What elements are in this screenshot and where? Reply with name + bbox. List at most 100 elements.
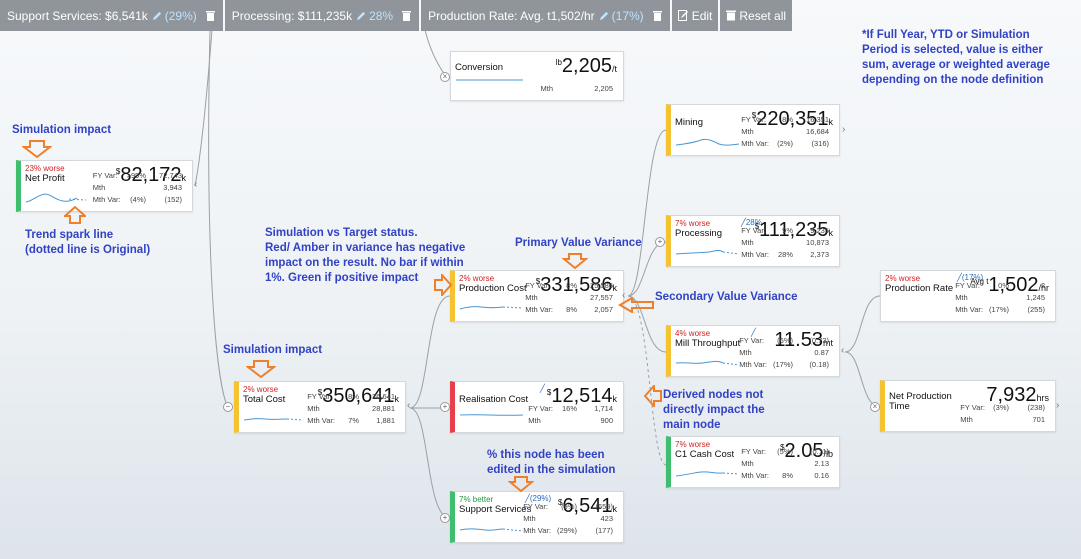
stats-row: FY Var: 8% 16,351 [739, 115, 831, 125]
left-arrow-icon [644, 385, 662, 407]
edit-button[interactable]: Edit [671, 0, 719, 31]
stats-percent: (6%) [777, 336, 793, 345]
stats-row: FY Var: (5%) (0.11) [739, 447, 831, 457]
node-name: Mining [675, 117, 703, 128]
node-net-production-time[interactable]: Net Production Time 7,932hrs FY Var: (3%)… [880, 380, 1056, 432]
stats-table: Mth 2,205 [536, 82, 617, 96]
node-production-rate[interactable]: 2% worse Production Rate ╱(17%) Avg t1,5… [880, 270, 1056, 322]
stats-label: Mth Var: [741, 139, 769, 148]
expand-chevron-icon[interactable]: › [842, 124, 845, 135]
stats-row: Mth Var: 8% 0.16 [739, 471, 831, 481]
stats-percent: 8% [566, 305, 577, 314]
expand-toggle-icon[interactable]: + [655, 237, 665, 247]
stats-percent: (3%) [993, 403, 1009, 412]
stats-row: Mth Var: (17%) (255) [953, 305, 1047, 315]
stats-value: 2.13 [814, 459, 829, 468]
stats-value: 423 [600, 514, 613, 523]
expand-toggle-icon[interactable]: + [440, 513, 450, 523]
stats-label: Mth [739, 348, 752, 357]
left-arrow-icon [618, 297, 654, 313]
stats-label: Mth [307, 404, 320, 413]
stats-value: 26,641 [372, 392, 395, 401]
stats-label: Mth Var: [741, 471, 769, 480]
simulation-toolbar: Support Services: $6,541k (29%) Processi… [0, 0, 794, 31]
collapse-chevron-icon[interactable]: ‹ [194, 179, 197, 190]
stats-label: Mth [540, 84, 553, 93]
stats-row: FY Var: (9%) (659) [521, 502, 615, 512]
stats-label: FY Var: [739, 336, 764, 345]
stats-value: 1,714 [594, 404, 613, 413]
expand-toggle-icon[interactable]: + [440, 402, 450, 412]
production-rate-chip-pct: (17%) [611, 8, 644, 23]
edit-icon [677, 10, 688, 21]
stats-row: Mth 3,943 [91, 183, 184, 193]
stats-row: Mth 1,245 [953, 293, 1047, 303]
node-total-cost[interactable]: 2% worse Total Cost $350,641k FY Var: 8% 2… [234, 381, 406, 433]
stats-percent: 0% [998, 281, 1009, 290]
stats-value: 701 [1032, 415, 1045, 424]
stats-percent [557, 293, 579, 303]
down-arrow-icon [22, 140, 52, 158]
trash-icon[interactable] [652, 10, 663, 22]
node-support-services[interactable]: 7% better Support Services ╱(29%) $6,541… [450, 491, 624, 543]
stats-label: Mth Var: [307, 416, 335, 425]
stats-row: Mth Var: 28% 2,373 [739, 250, 831, 260]
trash-icon[interactable] [401, 10, 412, 22]
support-services-chip-label: Support Services: $6,541k [7, 8, 148, 23]
node-name: Conversion [455, 62, 504, 73]
stats-label: Mth [92, 183, 106, 192]
expand-toggle-icon[interactable]: × [870, 402, 880, 412]
stats-percent: 16% [561, 404, 577, 413]
stats-value: 0.87 [814, 348, 829, 357]
stats-value: (152) [164, 195, 182, 204]
stats-row: Mth Var: (17%) (0.18) [737, 360, 831, 370]
stats-label: Mth Var: [741, 250, 769, 259]
stats-value: 28,881 [372, 404, 395, 413]
reset-all-button[interactable]: Reset all [720, 0, 793, 31]
stats-percent [773, 238, 795, 248]
node-mining[interactable]: Mining $220,351k FY Var: 8% 16,351 Mth 16,68… [666, 104, 840, 156]
processing-chip[interactable]: Processing: $111,235k 28% [224, 0, 420, 31]
collapse-toggle-icon[interactable]: − [223, 402, 233, 412]
pencil-icon [356, 11, 366, 21]
stats-row: FY Var: (3%) (238) [958, 403, 1047, 413]
pencil-icon[interactable]: ╱ [540, 384, 545, 393]
production-rate-chip[interactable]: Production Rate: Avg. t1,502/hr (17%) [421, 0, 670, 31]
stats-value: 1,245 [1026, 293, 1045, 302]
annotation-pct-edited: % this node has been edited in the simul… [487, 449, 616, 476]
stats-row: Mth Var: (2%) (316) [739, 139, 831, 149]
stats-value: (0.73) [809, 336, 829, 345]
stats-value: 25,586 [590, 281, 613, 290]
stats-percent: (17%) [988, 305, 1009, 314]
node-production-cost[interactable]: 2% worse Production Cost $331,586k FY Va… [450, 270, 624, 322]
expand-toggle-icon[interactable]: × [440, 72, 450, 82]
collapse-chevron-icon[interactable]: ‹ [407, 400, 410, 411]
collapse-chevron-icon[interactable]: ‹ [841, 345, 844, 356]
node-name: Processing [675, 228, 722, 239]
node-realisation-cost[interactable]: Realisation Cost $12,514k ╱ FY Var: 16% 1,… [450, 381, 624, 433]
annotation-primary-variance: Primary Value Variance [515, 237, 642, 249]
stats-table: FY Var: >99% 72,743 Mth 3,943 Mth Var: (4%) (15… [89, 169, 186, 207]
stats-label: Mth [741, 127, 754, 136]
node-name: Production Cost [459, 283, 527, 294]
stats-row: FY Var: 9% 9,235 [739, 226, 831, 236]
trash-icon[interactable] [205, 10, 216, 22]
status-label: 23% worse [25, 164, 65, 173]
stats-value: (0.11) [809, 447, 829, 456]
node-mill-throughput[interactable]: 4% worse Mill Throughput ╱ 11.53mt FY Va… [666, 325, 840, 377]
node-net-profit[interactable]: 23% worse Net Profit $82,172k FY Var: >99… [16, 160, 193, 212]
node-processing[interactable]: 7% worse Processing ╱28% $111,235k FY Va… [666, 215, 840, 267]
stats-label: Mth [523, 514, 536, 523]
expand-chevron-icon[interactable]: › [1056, 400, 1059, 411]
node-conversion[interactable]: Conversion lb2,205/t Mth 2,205 [450, 51, 624, 101]
sparkline [459, 414, 524, 416]
production-rate-chip-label: Production Rate: Avg. t1,502/hr [428, 8, 595, 23]
support-services-chip[interactable]: Support Services: $6,541k (29%) [0, 0, 223, 31]
stats-row: FY Var: (6%) (0.73) [737, 336, 831, 346]
node-c1-cash-cost[interactable]: 7% worse C1 Cash Cost $2.05/lb FY Var: (5… [666, 436, 840, 488]
stats-percent: (5%) [777, 447, 793, 456]
stats-row: Mth Var: 8% 2,057 [523, 305, 615, 315]
stats-label: Mth Var: [525, 305, 553, 314]
stats-percent: (4%) [130, 195, 146, 204]
stats-percent [557, 84, 579, 94]
